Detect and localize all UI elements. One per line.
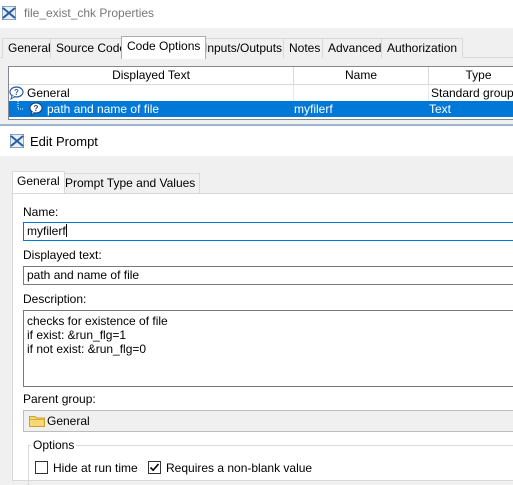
tab-prompt-type-and-values[interactable]: Prompt Type and Values bbox=[60, 173, 201, 193]
parent-group-selector[interactable]: General bbox=[23, 410, 513, 432]
options-legend: Options bbox=[31, 438, 77, 452]
cell-displayed-text: path and name of file bbox=[47, 101, 294, 117]
tab-authorization[interactable]: Authorization bbox=[381, 38, 464, 58]
description-line: checks for existence of file bbox=[27, 314, 168, 328]
column-header-displayed-text[interactable]: Displayed Text bbox=[9, 67, 294, 85]
prompt-item-icon: ? bbox=[29, 102, 43, 116]
text-caret bbox=[65, 224, 67, 237]
parent-group-label: Parent group: bbox=[23, 392, 96, 406]
prompts-grid[interactable]: Displayed Text Name Type ? General Stand… bbox=[8, 66, 513, 120]
column-header-name[interactable]: Name bbox=[294, 67, 429, 85]
app-icon bbox=[2, 6, 16, 20]
window-title: file_exist_chk Properties bbox=[24, 6, 155, 20]
tab-advanced[interactable]: Advanced bbox=[322, 38, 388, 58]
tab-general[interactable]: General bbox=[12, 171, 65, 193]
app-icon bbox=[10, 134, 24, 148]
tab-notes[interactable]: Notes bbox=[283, 38, 327, 58]
svg-text:?: ? bbox=[34, 104, 39, 113]
description-line: if not exist: &run_flg=0 bbox=[27, 342, 147, 356]
options-groupbox: Options Hide at run time Requires a non-… bbox=[28, 438, 513, 485]
edit-prompt-title-bar: Edit Prompt bbox=[0, 126, 513, 156]
general-tab-panel: Name: myfilerf Displayed text: path and … bbox=[12, 193, 513, 485]
requires-non-blank-checkbox[interactable] bbox=[148, 461, 161, 474]
dialog-title: Edit Prompt bbox=[30, 134, 98, 149]
description-textarea[interactable]: checks for existence of file if exist: &… bbox=[23, 310, 513, 387]
tab-inputs-outputs[interactable]: Inputs/Outputs bbox=[198, 38, 289, 58]
prompt-group-icon: ? bbox=[9, 86, 24, 100]
requires-non-blank-label[interactable]: Requires a non-blank value bbox=[166, 461, 312, 475]
displayed-text-label: Displayed text: bbox=[23, 248, 102, 262]
properties-title-bar: file_exist_chk Properties bbox=[0, 0, 513, 28]
grid-row-general[interactable]: ? General Standard group bbox=[9, 85, 513, 101]
cell-displayed-text: General bbox=[27, 85, 294, 101]
grid-row-path-and-name[interactable]: ? path and name of file myfilerf Text bbox=[9, 101, 513, 117]
name-value: myfilerf bbox=[27, 224, 66, 238]
name-label: Name: bbox=[23, 205, 59, 219]
displayed-text-field[interactable]: path and name of file bbox=[23, 266, 513, 285]
hide-at-run-time-checkbox[interactable] bbox=[35, 461, 48, 474]
svg-text:?: ? bbox=[14, 88, 19, 97]
cell-type: Text bbox=[429, 102, 452, 116]
name-field[interactable]: myfilerf bbox=[23, 222, 513, 241]
hide-at-run-time-label[interactable]: Hide at run time bbox=[53, 461, 138, 475]
cell-type: Standard group bbox=[431, 86, 513, 100]
column-header-type[interactable]: Type bbox=[429, 67, 513, 85]
tab-code-options[interactable]: Code Options bbox=[121, 36, 207, 59]
tab-general[interactable]: General bbox=[2, 38, 57, 58]
parent-group-value: General bbox=[47, 414, 90, 428]
folder-icon bbox=[29, 416, 45, 427]
cell-name bbox=[294, 85, 429, 101]
properties-tab-bar: General Source Code Code Options Inputs/… bbox=[0, 36, 513, 59]
description-label: Description: bbox=[23, 292, 87, 306]
description-line: if exist: &run_flg=1 bbox=[27, 328, 127, 342]
edit-prompt-dialog: Edit Prompt General Prompt Type and Valu… bbox=[0, 124, 513, 485]
checkmark-icon bbox=[149, 463, 160, 472]
tab-source-code[interactable]: Source Code bbox=[50, 38, 133, 58]
cell-name: myfilerf bbox=[294, 101, 429, 117]
